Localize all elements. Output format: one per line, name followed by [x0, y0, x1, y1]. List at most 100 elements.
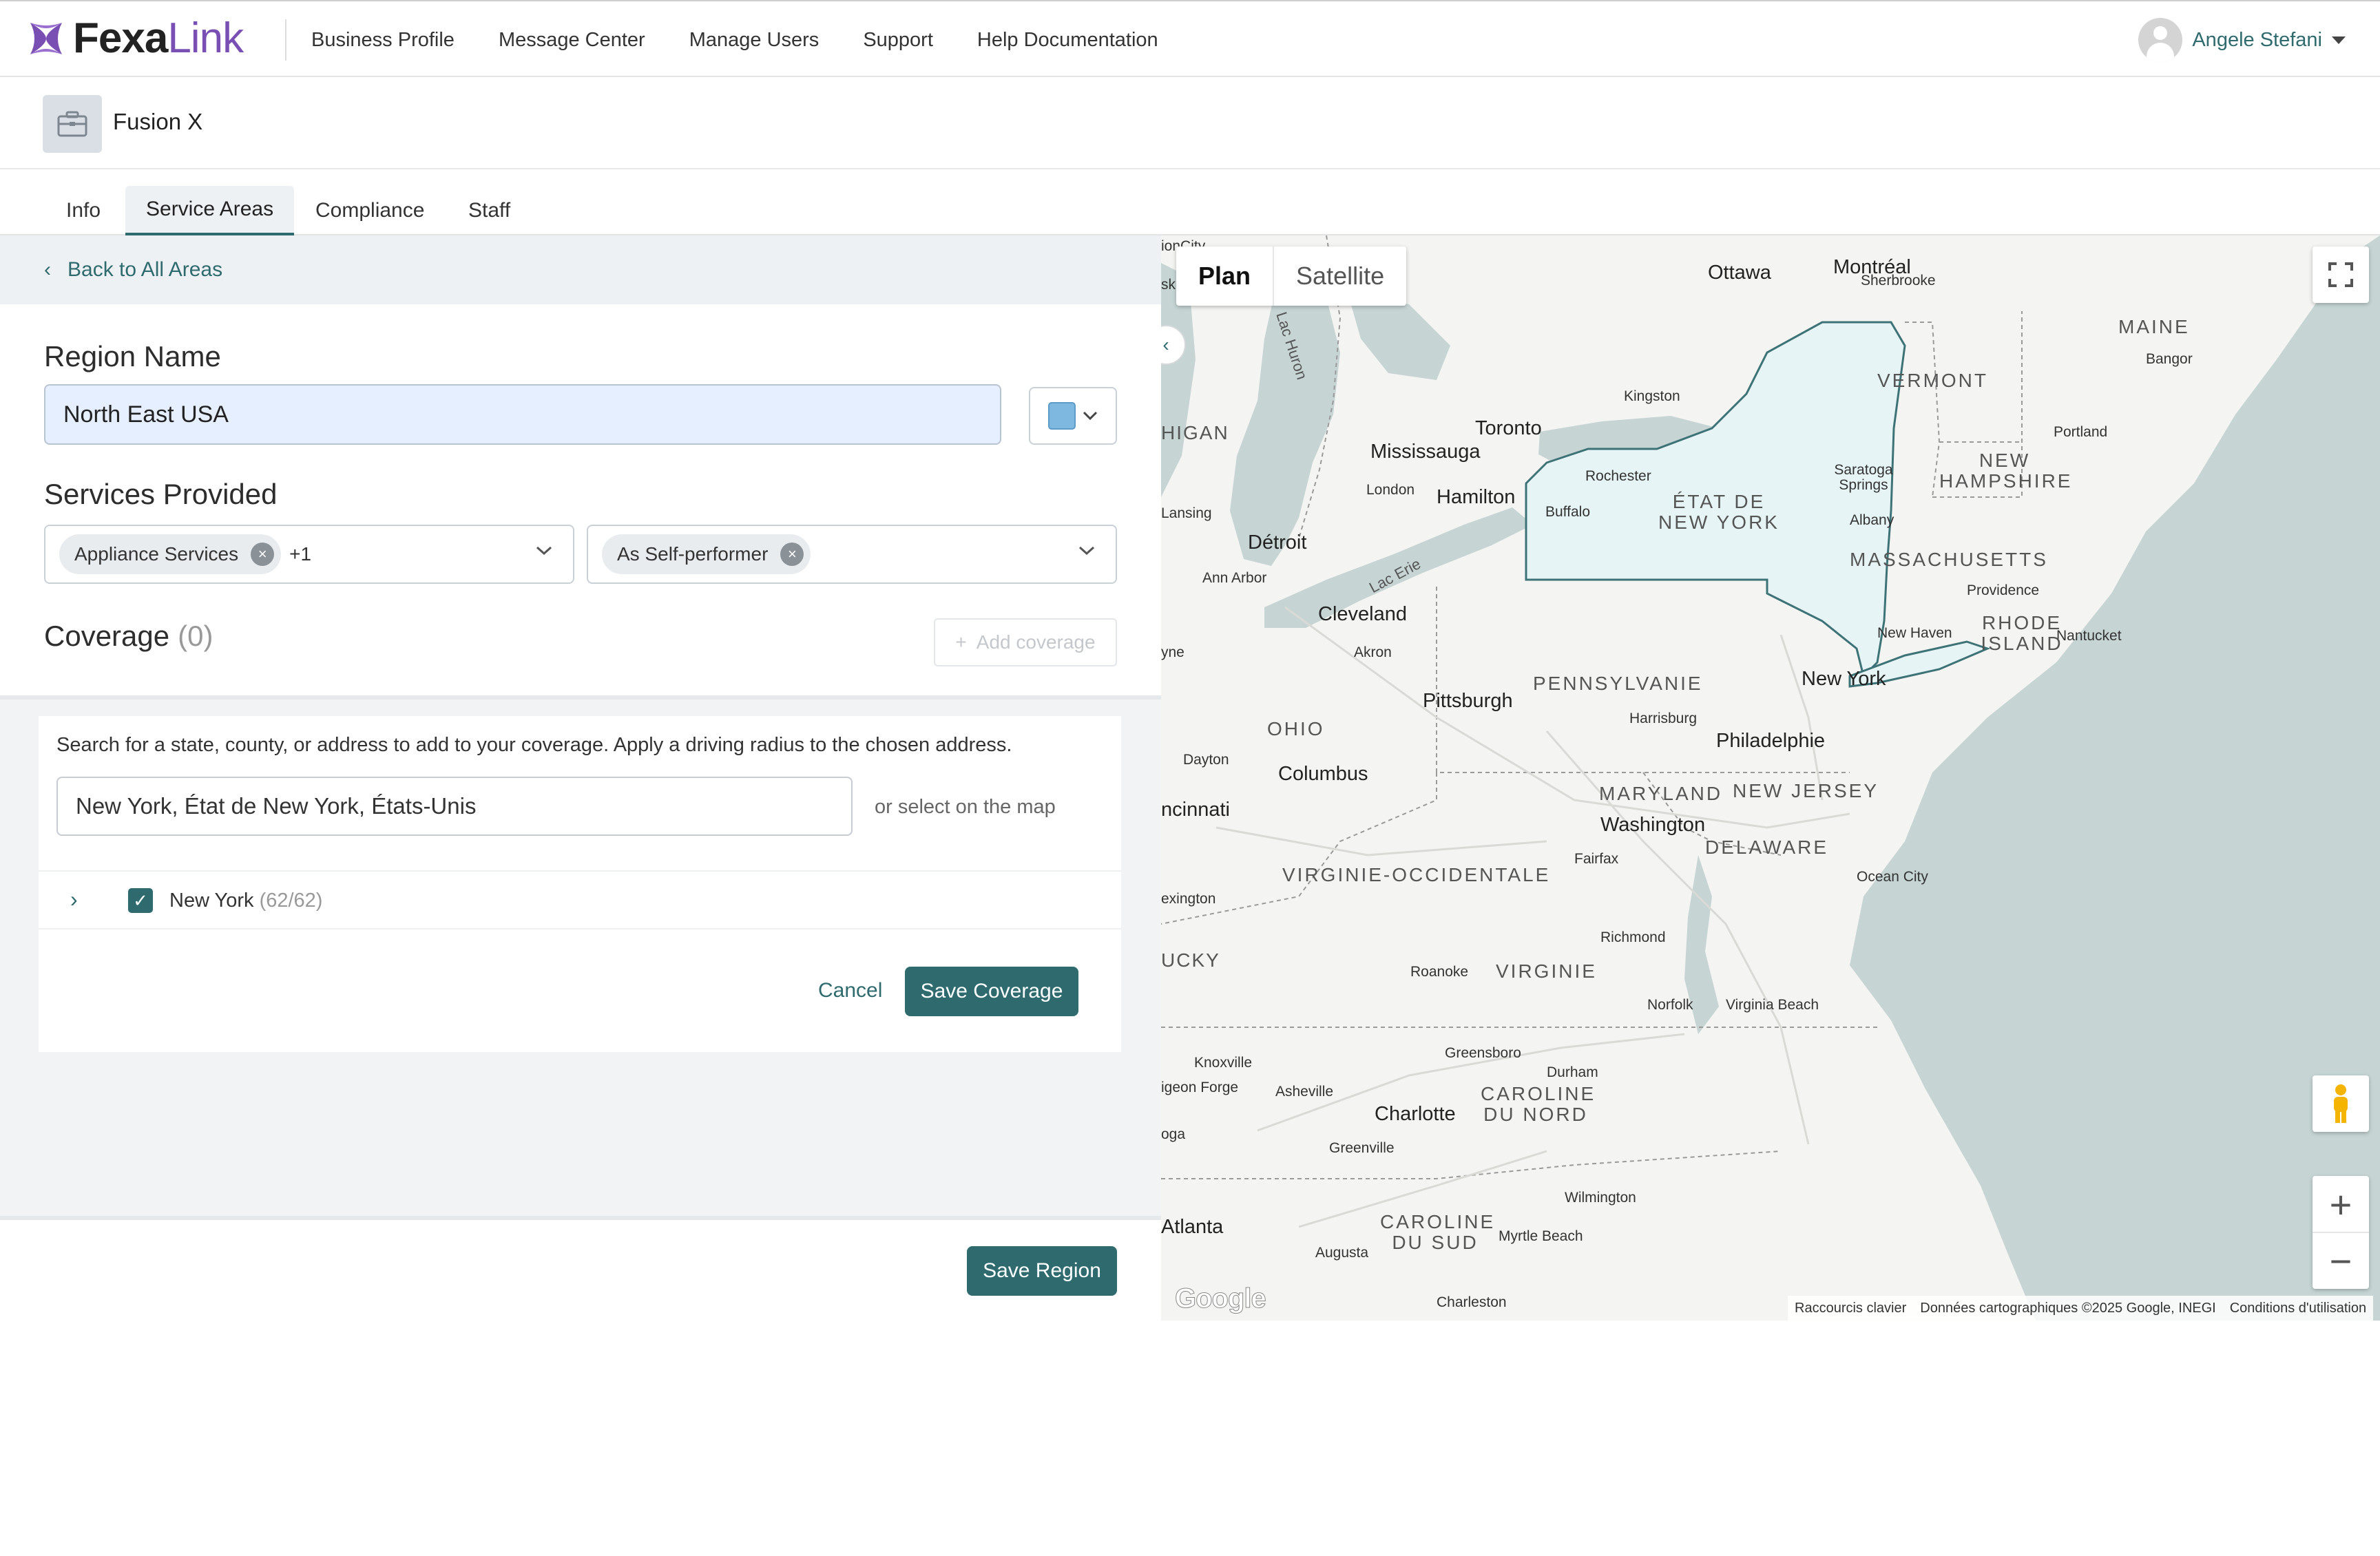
service-chip: Appliance Services × [59, 534, 282, 574]
region-color-picker[interactable] [1029, 387, 1117, 445]
save-region-button[interactable]: Save Region [967, 1246, 1117, 1296]
coverage-heading: Coverage (0) [44, 620, 213, 653]
coverage-checkbox[interactable]: ✓ [128, 888, 153, 913]
map-town-label: Albany [1850, 512, 1894, 528]
map-town-label: Charleston [1437, 1294, 1507, 1310]
coverage-search-card: Search for a state, county, or address t… [39, 716, 1121, 1052]
chevron-down-icon [2332, 36, 2346, 44]
tab-bar: Info Service Areas Compliance Staff [0, 169, 2380, 235]
map-town-label: Dayton [1183, 752, 1229, 768]
chevron-left-icon: ‹ [1162, 334, 1169, 355]
tab-compliance[interactable]: Compliance [295, 186, 445, 235]
role-chip-label: As Self-performer [617, 543, 769, 565]
map-town-label: Rochester [1585, 468, 1651, 484]
map-state-label: MAINE [2118, 316, 2190, 337]
region-name-input[interactable]: North East USA [44, 384, 1001, 445]
map-town-label: Augusta [1315, 1245, 1369, 1261]
color-swatch [1048, 402, 1076, 430]
coverage-result-count: (62/62) [259, 890, 323, 912]
map-town-label: Norfolk [1647, 997, 1693, 1013]
map-town-label: Roanoke [1410, 964, 1469, 980]
map-town-label: Greenville [1329, 1140, 1395, 1156]
tab-info[interactable]: Info [45, 186, 121, 235]
coverage-result-row[interactable]: › ✓ New York (62/62) [39, 870, 1121, 929]
map-town-label: Ann Arbor [1202, 570, 1267, 586]
coverage-help-text: Search for a state, county, or address t… [56, 734, 1012, 756]
terms-of-use-link[interactable]: Conditions d'utilisation [2230, 1301, 2366, 1316]
pegman-icon [2334, 1084, 2348, 1123]
chevron-down-icon [1078, 546, 1095, 556]
back-to-all-areas-link[interactable]: ‹ Back to All Areas [0, 235, 1161, 304]
logo-wordmark: FexaLink [73, 17, 244, 61]
map-town-label: Knoxville [1194, 1055, 1253, 1071]
performer-role-select[interactable]: As Self-performer × [587, 525, 1117, 584]
tab-service-areas[interactable]: Service Areas [125, 186, 295, 235]
map-state-label: RHODE ISLAND [1981, 612, 2063, 654]
map-edge-label: oga [1161, 1126, 1186, 1142]
map-town-label: Sherbrooke [1861, 273, 1936, 288]
fexalink-logo[interactable]: FexaLink [26, 17, 244, 61]
coverage-title: Coverage [44, 620, 170, 652]
map-city-label: Hamilton [1437, 486, 1516, 508]
map-town-label: Durham [1547, 1064, 1598, 1080]
map-edge-label: igeon Forge [1161, 1080, 1239, 1095]
nav-help-documentation[interactable]: Help Documentation [977, 29, 1158, 52]
save-coverage-button[interactable]: Save Coverage [905, 967, 1078, 1016]
map-edge-label: yne [1161, 644, 1184, 660]
coverage-result-label: New York (62/62) [169, 890, 322, 912]
user-menu[interactable]: Angele Stefani [2138, 18, 2346, 62]
chevron-down-icon [536, 546, 552, 556]
fexalink-logo-mark [30, 23, 62, 54]
map-type-plan[interactable]: Plan [1176, 246, 1273, 306]
nav-business-profile[interactable]: Business Profile [311, 29, 455, 52]
coverage-map[interactable]: Ottawa Montréal Toronto Mississauga Hami… [1161, 235, 2380, 1321]
map-edge-label: sk [1161, 277, 1176, 293]
map-state-label: VIRGINIE-OCCIDENTALE [1282, 864, 1551, 885]
region-editor-panel: ‹ Back to All Areas Region Name North Ea… [0, 235, 1161, 1556]
company-header: Fusion X [0, 77, 2380, 169]
map-city-label: Columbus [1278, 763, 1368, 785]
cancel-button[interactable]: Cancel [818, 979, 882, 1002]
tab-staff[interactable]: Staff [448, 186, 531, 235]
logo-divider [285, 19, 286, 61]
map-city-label: Philadelphie [1716, 730, 1826, 752]
map-city-label: Charlotte [1375, 1103, 1456, 1125]
nav-manage-users[interactable]: Manage Users [689, 29, 820, 52]
more-services-count: +1 [289, 543, 312, 565]
add-coverage-button[interactable]: + Add coverage [934, 618, 1117, 666]
services-select[interactable]: Appliance Services × +1 [44, 525, 574, 584]
map-state-label: MASSACHUSETTS [1850, 549, 2048, 570]
zoom-in-button[interactable]: + [2313, 1177, 2369, 1233]
remove-role-icon[interactable]: × [780, 543, 804, 566]
map-town-label: Myrtle Beach [1499, 1228, 1583, 1244]
map-edge-label: HIGAN [1161, 422, 1229, 443]
map-town-label: Greensboro [1445, 1045, 1521, 1061]
fullscreen-button[interactable] [2313, 246, 2369, 303]
coverage-search-input[interactable]: New York, État de New York, États-Unis [56, 777, 853, 836]
fullscreen-icon [2328, 262, 2353, 287]
chevron-right-icon[interactable]: › [70, 887, 78, 912]
map-type-control: Plan Satellite [1176, 246, 1407, 306]
add-coverage-label: Add coverage [976, 631, 1096, 653]
map-town-label: Lansing [1161, 505, 1212, 521]
nav-support[interactable]: Support [863, 29, 933, 52]
briefcase-icon [43, 95, 102, 153]
map-town-label: Providence [1967, 582, 2040, 598]
map-state-label: CAROLINE DU SUD [1380, 1211, 1496, 1253]
street-view-button[interactable] [2313, 1075, 2369, 1132]
map-state-label: NEW JERSEY [1733, 780, 1879, 801]
map-town-label: Portland [2054, 424, 2108, 440]
zoom-out-button[interactable]: − [2313, 1233, 2369, 1288]
map-town-label: Ocean City [1857, 869, 1928, 885]
coverage-count: (0) [178, 620, 213, 652]
map-edge-label: ncinnati [1161, 799, 1230, 821]
zoom-control: + − [2313, 1176, 2369, 1289]
nav-message-center[interactable]: Message Center [499, 29, 645, 52]
map-type-satellite[interactable]: Satellite [1273, 246, 1406, 306]
map-state-label: NEW HAMPSHIRE [1939, 450, 2073, 492]
remove-service-icon[interactable]: × [251, 543, 275, 566]
chevron-down-icon [1083, 411, 1098, 421]
map-state-label: MARYLAND [1599, 783, 1723, 804]
map-state-label: VERMONT [1877, 370, 1988, 391]
keyboard-shortcuts-link[interactable]: Raccourcis clavier [1795, 1301, 1906, 1316]
